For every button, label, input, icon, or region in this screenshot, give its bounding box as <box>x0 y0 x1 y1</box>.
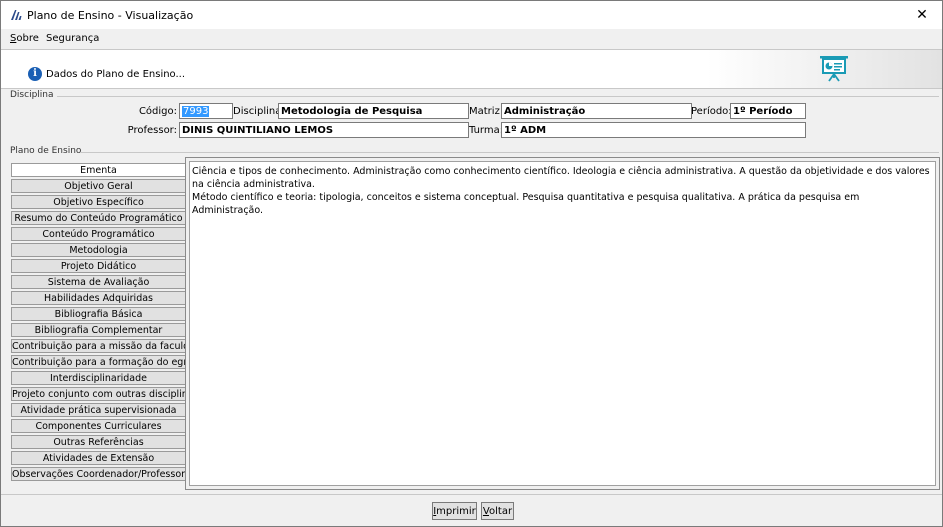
disciplina-label: Disciplina: <box>233 106 285 117</box>
menu-seguranca[interactable]: Segurança <box>46 33 99 44</box>
info-icon: i <box>28 67 42 81</box>
menu-sobre[interactable]: Sobre <box>10 33 39 44</box>
app-logo-icon <box>11 10 22 20</box>
tab-metodologia[interactable]: Metodologia <box>11 243 186 257</box>
content-panel: Ciência e tipos de conhecimento. Adminis… <box>185 157 940 490</box>
header-text: Dados do Plano de Ensino... <box>46 69 186 80</box>
professor-label: Professor: <box>127 125 177 136</box>
plano-group-label: Plano de Ensino <box>10 146 82 156</box>
tab-projeto-didatico[interactable]: Projeto Didático <box>11 259 186 273</box>
tab-observacoes[interactable]: Observações Coordenador/Professor <box>11 467 186 481</box>
close-button[interactable]: ✕ <box>902 1 942 29</box>
voltar-label: oltar <box>489 506 513 517</box>
plano-group-divider <box>81 152 939 153</box>
tab-outras-referencias[interactable]: Outras Referências <box>11 435 186 449</box>
tab-atividades-extensao[interactable]: Atividades de Extensão <box>11 451 186 465</box>
menu-sobre-label: obre <box>16 33 39 44</box>
content-line-2: Método científico e teoria: tipologia, c… <box>192 192 860 216</box>
voltar-button[interactable]: Voltar <box>481 502 514 520</box>
tab-habilidades-adquiridas[interactable]: Habilidades Adquiridas <box>11 291 186 305</box>
turma-label: Turma: <box>469 125 504 136</box>
periodo-label: Período: <box>691 106 732 117</box>
matriz-field[interactable]: Administração <box>501 103 692 119</box>
tab-objetivo-especifico[interactable]: Objetivo Específico <box>11 195 186 209</box>
tab-bibliografia-complementar[interactable]: Bibliografia Complementar <box>11 323 186 337</box>
tab-sistema-avaliacao[interactable]: Sistema de Avaliação <box>11 275 186 289</box>
imprimir-label: mprimir <box>436 506 476 517</box>
codigo-value: 7993 <box>182 106 210 117</box>
tab-atividade-pratica[interactable]: Atividade prática supervisionada <box>11 403 186 417</box>
imprimir-button[interactable]: Imprimir <box>432 502 477 520</box>
menu-bar: Sobre Segurança <box>1 29 942 49</box>
disciplina-group-label: Disciplina <box>10 90 54 100</box>
codigo-label: Código: <box>138 106 177 117</box>
disciplina-group-divider <box>57 96 939 97</box>
window-title: Plano de Ensino - Visualização <box>27 9 194 22</box>
tab-ementa[interactable]: Ementa <box>11 163 186 177</box>
tab-conteudo-programatico[interactable]: Conteúdo Programático <box>11 227 186 241</box>
tab-resumo-conteudo[interactable]: Resumo do Conteúdo Programático <box>11 211 186 225</box>
footer-divider <box>1 494 942 495</box>
disciplina-field[interactable]: Metodologia de Pesquisa <box>278 103 469 119</box>
tab-interdisciplinaridade[interactable]: Interdisciplinaridade <box>11 371 186 385</box>
tab-contribuicao-egresso[interactable]: Contribuição para a formação do egresso <box>11 355 186 369</box>
turma-field[interactable]: 1º ADM <box>501 122 806 138</box>
menu-seguranca-label: Segurança <box>46 33 100 44</box>
tab-objetivo-geral[interactable]: Objetivo Geral <box>11 179 186 193</box>
title-bar: Plano de Ensino - Visualização ✕ <box>1 1 942 29</box>
tab-bibliografia-basica[interactable]: Bibliografia Básica <box>11 307 186 321</box>
tab-componentes-curriculares[interactable]: Componentes Curriculares <box>11 419 186 433</box>
app-window: Plano de Ensino - Visualização ✕ Sobre S… <box>0 0 943 527</box>
header-panel: i Dados do Plano de Ensino... <box>1 49 942 89</box>
matriz-label: Matriz: <box>469 106 504 117</box>
tab-projeto-conjunto[interactable]: Projeto conjunto com outras disciplinas <box>11 387 186 401</box>
codigo-field[interactable]: 7993 <box>179 103 233 119</box>
close-icon: ✕ <box>916 7 928 23</box>
tab-contribuicao-missao[interactable]: Contribuição para a missão da faculdade <box>11 339 186 353</box>
professor-field[interactable]: DINIS QUINTILIANO LEMOS <box>179 122 469 138</box>
periodo-field[interactable]: 1º Período <box>730 103 806 119</box>
content-line-1: Ciência e tipos de conhecimento. Adminis… <box>192 166 930 190</box>
content-textarea[interactable]: Ciência e tipos de conhecimento. Adminis… <box>189 161 936 486</box>
presentation-board-icon <box>820 56 848 82</box>
